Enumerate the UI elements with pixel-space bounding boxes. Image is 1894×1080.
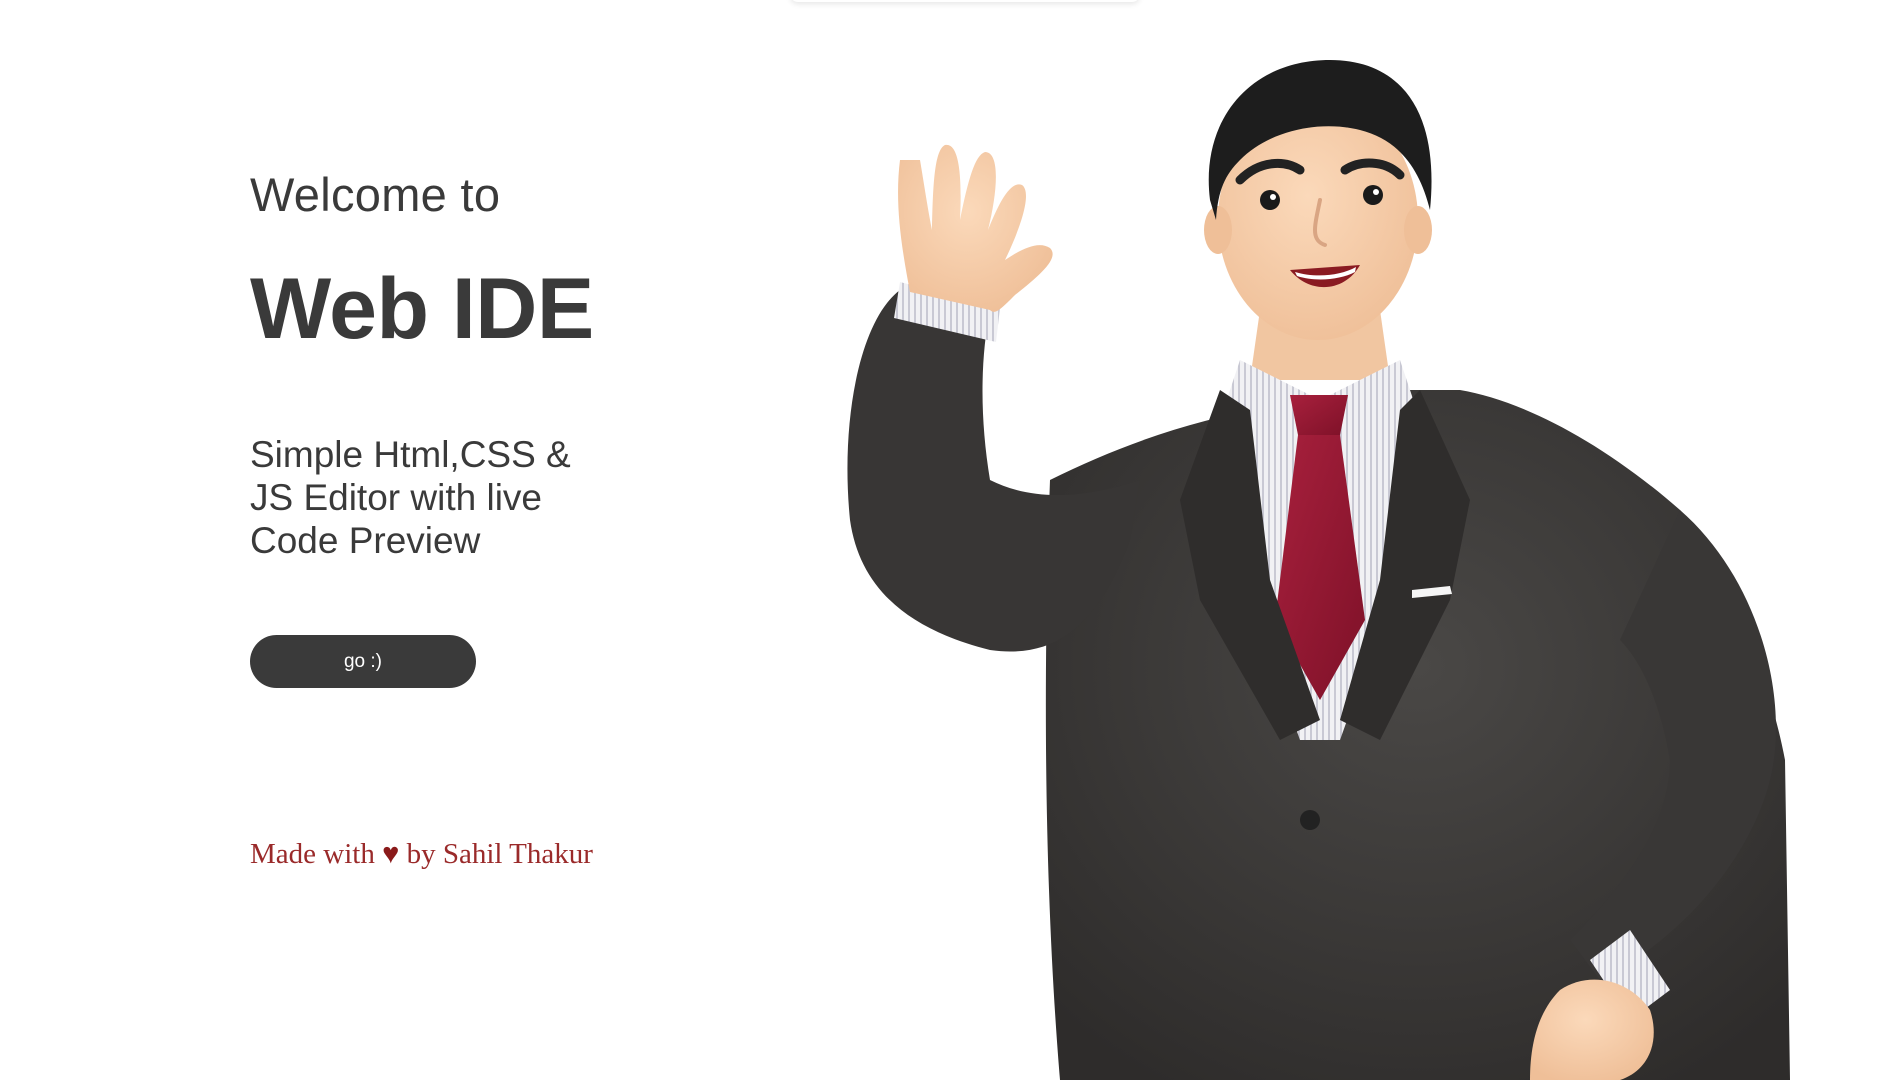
- waving-hand: [898, 144, 1053, 312]
- go-button[interactable]: go :): [250, 635, 476, 688]
- credit-prefix: Made with: [250, 838, 375, 870]
- welcome-text: Welcome to: [250, 168, 501, 221]
- page-title: Web IDE: [250, 261, 594, 357]
- head: [1204, 60, 1432, 340]
- jacket-button: [1300, 810, 1320, 830]
- tagline: Simple Html,CSS & JS Editor with live Co…: [250, 434, 571, 561]
- top-bar-shadow: [790, 0, 1140, 2]
- waving-businessman-illustration: [847, 60, 1790, 1080]
- credit-line: Made with ♥ by Sahil Thakur: [250, 838, 670, 871]
- credit-author: by Sahil Thakur: [406, 838, 593, 870]
- landing-page: Welcome to Web IDE Simple Html,CSS & JS …: [0, 0, 1894, 1080]
- intro-section: Welcome to Web IDE Simple Html,CSS & JS …: [250, 165, 670, 871]
- heart-icon: ♥: [382, 838, 400, 870]
